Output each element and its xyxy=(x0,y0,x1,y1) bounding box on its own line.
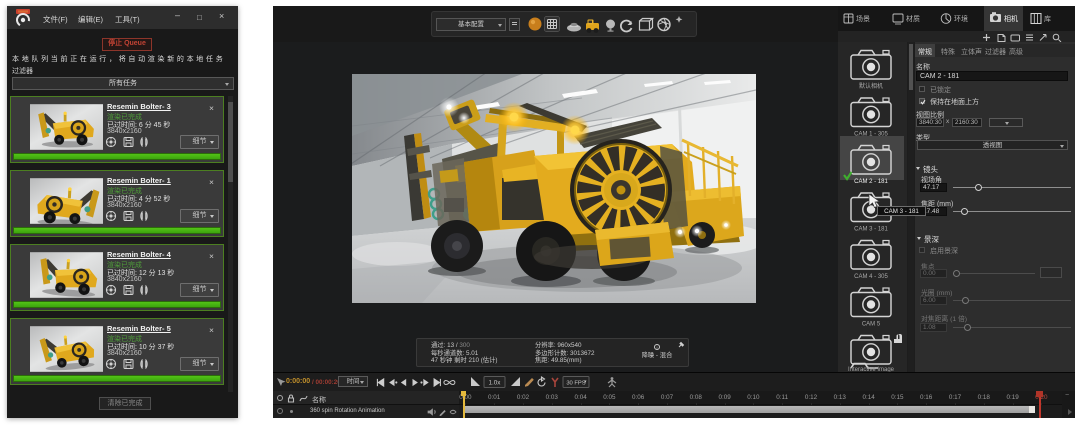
svg-text:CAM 5: CAM 5 xyxy=(862,322,881,328)
svg-text:CAM 1 - 305: CAM 1 - 305 xyxy=(854,132,888,138)
svg-text:CAM 4 - 305: CAM 4 - 305 xyxy=(854,274,888,280)
svg-text:CAM 3 - 181: CAM 3 - 181 xyxy=(854,227,888,233)
svg-text:默认相机: 默认相机 xyxy=(859,82,883,90)
svg-text:材质: 材质 xyxy=(906,14,920,23)
svg-text:30 FPS: 30 FPS xyxy=(566,381,585,387)
svg-text:CAM 2 - 181: CAM 2 - 181 xyxy=(854,179,888,185)
svg-text:场景: 场景 xyxy=(856,14,870,23)
svg-text:相机: 相机 xyxy=(1004,14,1018,23)
svg-text:库: 库 xyxy=(1044,14,1051,23)
svg-text:1.0x: 1.0x xyxy=(489,380,502,387)
svg-text:环境: 环境 xyxy=(954,14,968,23)
